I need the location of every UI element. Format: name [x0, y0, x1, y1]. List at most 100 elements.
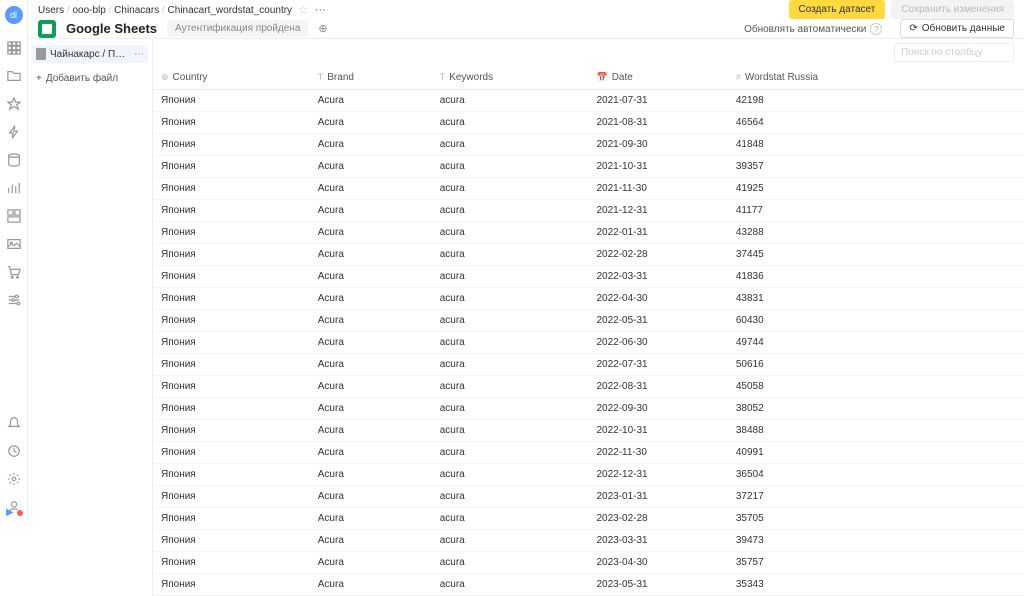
- refresh-data-button[interactable]: ⟳Обновить данные: [900, 19, 1014, 38]
- cell-keywords: acura: [432, 90, 589, 112]
- table-row[interactable]: ЯпонияAcuraacura2023-01-3137217: [153, 486, 1024, 508]
- cell-keywords: acura: [432, 442, 589, 464]
- favorite-star-icon[interactable]: ☆: [298, 3, 309, 17]
- table-row[interactable]: ЯпонияAcuraacura2022-04-3043831: [153, 288, 1024, 310]
- star-icon[interactable]: [6, 96, 22, 112]
- folder-icon[interactable]: [6, 68, 22, 84]
- cell-date: 2022-09-30: [588, 398, 727, 420]
- file-more-icon[interactable]: ⋯: [134, 49, 144, 60]
- history-icon[interactable]: [6, 443, 22, 459]
- table-row[interactable]: ЯпонияAcuraacura2021-10-3139357: [153, 156, 1024, 178]
- table-row[interactable]: ЯпонияAcuraacura2022-01-3143288: [153, 222, 1024, 244]
- cell-wordstat: 39357: [728, 156, 1024, 178]
- data-grid[interactable]: ⊕CountryTBrandTKeywords📅Date#Wordstat Ru…: [153, 66, 1024, 596]
- cell-date: 2021-12-31: [588, 200, 727, 222]
- files-sidebar: Чайнакарс / Популярность... ⋯ + Добавить…: [28, 39, 153, 596]
- cell-country: Япония: [153, 90, 310, 112]
- dashboard-icon[interactable]: [6, 208, 22, 224]
- table-row[interactable]: ЯпонияAcuraacura2023-05-3135343: [153, 574, 1024, 596]
- table-row[interactable]: ЯпонияAcuraacura2022-09-3038052: [153, 398, 1024, 420]
- play-icon[interactable]: ▶: [6, 507, 14, 518]
- cell-wordstat: 40991: [728, 442, 1024, 464]
- database-icon[interactable]: [6, 152, 22, 168]
- cell-country: Япония: [153, 178, 310, 200]
- table-row[interactable]: ЯпонияAcuraacura2021-12-3141177: [153, 200, 1024, 222]
- cell-keywords: acura: [432, 464, 589, 486]
- table-row[interactable]: ЯпонияAcuraacura2021-08-3146564: [153, 112, 1024, 134]
- table-row[interactable]: ЯпонияAcuraacura2022-06-3049744: [153, 332, 1024, 354]
- cell-wordstat: 41925: [728, 178, 1024, 200]
- table-row[interactable]: ЯпонияAcuraacura2023-02-2835705: [153, 508, 1024, 530]
- help-icon[interactable]: ?: [870, 23, 882, 35]
- cell-keywords: acura: [432, 266, 589, 288]
- cart-icon[interactable]: [6, 264, 22, 280]
- table-row[interactable]: ЯпонияAcuraacura2022-07-3150616: [153, 354, 1024, 376]
- gallery-icon[interactable]: [6, 236, 22, 252]
- table-row[interactable]: ЯпонияAcuraacura2021-07-3142198: [153, 90, 1024, 112]
- cell-brand: Acura: [310, 574, 432, 596]
- settings-icon[interactable]: [6, 292, 22, 308]
- table-row[interactable]: ЯпонияAcuraacura2022-03-3141836: [153, 266, 1024, 288]
- auto-refresh-toggle[interactable]: Обновлять автоматически?: [744, 23, 882, 35]
- cell-country: Япония: [153, 530, 310, 552]
- table-row[interactable]: ЯпонияAcuraacura2022-12-3136504: [153, 464, 1024, 486]
- chart-icon[interactable]: [6, 180, 22, 196]
- cell-wordstat: 37445: [728, 244, 1024, 266]
- add-file-button[interactable]: + Добавить файл: [32, 67, 148, 90]
- bell-icon[interactable]: [6, 415, 22, 431]
- table-row[interactable]: ЯпонияAcuraacura2021-11-3041925: [153, 178, 1024, 200]
- cell-brand: Acura: [310, 398, 432, 420]
- table-row[interactable]: ЯпонияAcuraacura2023-03-3139473: [153, 530, 1024, 552]
- cell-wordstat: 43831: [728, 288, 1024, 310]
- column-header[interactable]: TBrand: [310, 66, 432, 90]
- save-changes-button[interactable]: Сохранить изменения: [891, 0, 1014, 19]
- table-row[interactable]: ЯпонияAcuraacura2022-11-3040991: [153, 442, 1024, 464]
- cell-country: Япония: [153, 398, 310, 420]
- breadcrumb-item[interactable]: Chinacars: [114, 5, 159, 16]
- file-item[interactable]: Чайнакарс / Популярность... ⋯: [32, 45, 148, 63]
- cell-brand: Acura: [310, 310, 432, 332]
- cell-date: 2022-11-30: [588, 442, 727, 464]
- cell-keywords: acura: [432, 332, 589, 354]
- plus-icon: +: [36, 73, 42, 84]
- table-row[interactable]: ЯпонияAcuraacura2022-05-3160430: [153, 310, 1024, 332]
- auth-status-badge: Аутентификация пройдена: [167, 20, 308, 37]
- cell-keywords: acura: [432, 530, 589, 552]
- cell-keywords: acura: [432, 574, 589, 596]
- apps-icon[interactable]: [6, 40, 22, 56]
- lightning-icon[interactable]: [6, 124, 22, 140]
- table-row[interactable]: ЯпонияAcuraacura2022-02-2837445: [153, 244, 1024, 266]
- breadcrumb-item[interactable]: Users: [38, 5, 64, 16]
- cell-date: 2022-03-31: [588, 266, 727, 288]
- left-rail: dl: [0, 0, 28, 521]
- cell-wordstat: 35343: [728, 574, 1024, 596]
- column-type-icon: #: [736, 72, 741, 82]
- cell-wordstat: 43288: [728, 222, 1024, 244]
- cell-keywords: acura: [432, 112, 589, 134]
- table-row[interactable]: ЯпонияAcuraacura2022-08-3145058: [153, 376, 1024, 398]
- create-dataset-button[interactable]: Создать датасет: [789, 0, 886, 19]
- column-header[interactable]: TKeywords: [432, 66, 589, 90]
- cell-country: Япония: [153, 200, 310, 222]
- column-search-input[interactable]: [894, 43, 1014, 62]
- table-row[interactable]: ЯпонияAcuraacura2021-09-3041848: [153, 134, 1024, 156]
- cell-date: 2023-05-31: [588, 574, 727, 596]
- column-header[interactable]: ⊕Country: [153, 66, 310, 90]
- app-logo[interactable]: dl: [5, 6, 23, 24]
- more-menu-icon[interactable]: ⋯: [315, 3, 327, 16]
- column-header[interactable]: #Wordstat Russia: [728, 66, 1024, 90]
- cell-brand: Acura: [310, 134, 432, 156]
- table-row[interactable]: ЯпонияAcuraacura2023-04-3035757: [153, 552, 1024, 574]
- title-bar: Google Sheets Аутентификация пройдена ⊕ …: [28, 19, 1024, 39]
- breadcrumb-item[interactable]: Chinacart_wordstat_country: [168, 5, 293, 16]
- table-row[interactable]: ЯпонияAcuraacura2022-10-3138488: [153, 420, 1024, 442]
- cell-wordstat: 60430: [728, 310, 1024, 332]
- cell-keywords: acura: [432, 288, 589, 310]
- cell-brand: Acura: [310, 332, 432, 354]
- gear-icon[interactable]: [6, 471, 22, 487]
- column-header[interactable]: 📅Date: [588, 66, 727, 90]
- cell-brand: Acura: [310, 552, 432, 574]
- breadcrumb-item[interactable]: ooo-blp: [72, 5, 105, 16]
- cell-country: Япония: [153, 442, 310, 464]
- add-auth-icon[interactable]: ⊕: [318, 22, 327, 35]
